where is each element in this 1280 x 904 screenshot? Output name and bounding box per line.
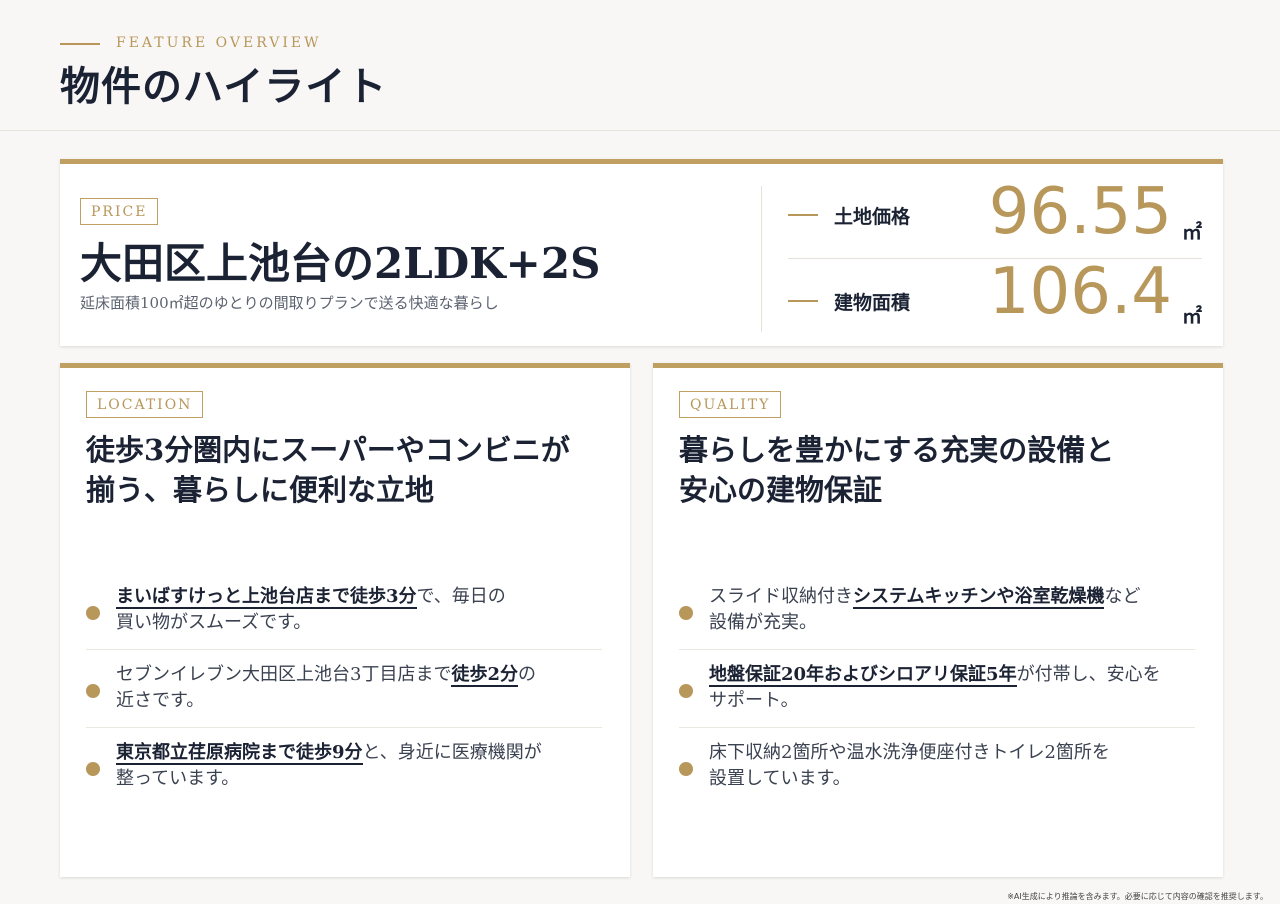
item-text-pre: 床下収納2箇所や温水洗浄便座付きトイレ2箇所を [709, 742, 1110, 763]
list-item: 地盤保証20年およびシロアリ保証5年が付帯し、安心を サポート。 [679, 650, 1195, 728]
list-item: セブンイレブン大田区上池台3丁目店まで徒歩2分の 近さです。 [86, 650, 602, 728]
item-text-pre: セブンイレブン大田区上池台3丁目店まで [116, 664, 452, 685]
stat-unit: ㎡ [1182, 304, 1202, 328]
item-highlight: 徒歩2分 [451, 664, 518, 687]
property-title: 大田区上池台の2LDK+2S [80, 239, 601, 288]
stat-dash [788, 300, 818, 302]
item-highlight: まいばすけっと上池台店まで徒歩3分 [116, 586, 417, 609]
quality-card: QUALITY 暮らしを豊かにする充実の設備と 安心の建物保証 スライド収納付き… [653, 363, 1223, 877]
stat-label: 建物面積 [834, 292, 911, 314]
item-text-line2: 買い物がスムーズです。 [116, 612, 312, 633]
stat-value: 106.4 [988, 255, 1172, 329]
item-text-line2: 設備が充実。 [709, 612, 817, 633]
stat-land: 土地価格 96.55 ㎡ [788, 174, 1202, 259]
bullet-dot-icon [86, 762, 100, 776]
quality-tag: QUALITY [679, 391, 782, 418]
footnote: ※AI生成により推論を含みます。必要に応じて内容の確認を推奨します。 [1007, 892, 1268, 901]
item-text-post: が付帯し、安心を [1016, 664, 1161, 685]
stat-value: 96.55 [988, 175, 1172, 249]
bullet-dot-icon [679, 606, 693, 620]
eyebrow-rule [60, 43, 100, 45]
stat-unit: ㎡ [1182, 220, 1202, 244]
eyebrow-label: FEATURE OVERVIEW [116, 35, 322, 51]
bullet-dot-icon [86, 606, 100, 620]
page-header: FEATURE OVERVIEW 物件のハイライト [0, 0, 1280, 131]
price-card: PRICE 大田区上池台の2LDK+2S 延床面積100㎡超のゆとりの間取りプラ… [60, 159, 1223, 346]
vertical-divider [761, 186, 762, 332]
stat-dash [788, 214, 818, 216]
quality-title-line2: 安心の建物保証 [679, 473, 883, 507]
item-text-line2: 近さです。 [116, 690, 205, 711]
item-text-pre: スライド収納付き [709, 586, 853, 607]
location-card: LOCATION 徒歩3分圏内にスーパーやコンビニが 揃う、暮らしに便利な立地 … [60, 363, 630, 877]
item-text-line2: 整っています。 [116, 768, 240, 789]
bullet-dot-icon [679, 762, 693, 776]
quality-title-line1: 暮らしを豊かにする充実の設備と [679, 433, 1115, 467]
location-title-line1: 徒歩3分圏内にスーパーやコンビニが [86, 433, 570, 467]
item-highlight: 地盤保証20年およびシロアリ保証5年 [709, 664, 1017, 687]
item-highlight: 東京都立荏原病院まで徒歩9分 [116, 742, 363, 765]
property-subtitle: 延床面積100㎡超のゆとりの間取りプランで送る快適な暮らし [80, 294, 499, 312]
quality-list: スライド収納付きシステムキッチンや浴室乾燥機など 設備が充実。 地盤保証20年お… [679, 572, 1195, 806]
item-text-post: の [517, 664, 536, 685]
location-title-line2: 揃う、暮らしに便利な立地 [86, 473, 435, 507]
item-text-post: など [1104, 586, 1141, 607]
quality-title: 暮らしを豊かにする充実の設備と 安心の建物保証 [679, 430, 1114, 510]
list-item: スライド収納付きシステムキッチンや浴室乾燥機など 設備が充実。 [679, 572, 1195, 650]
item-text-line2: サポート。 [709, 690, 799, 711]
bullet-dot-icon [86, 684, 100, 698]
item-highlight: システムキッチンや浴室乾燥機 [853, 586, 1105, 609]
stat-building: 建物面積 106.4 ㎡ [788, 258, 1202, 334]
location-list: まいばすけっと上池台店まで徒歩3分で、毎日の 買い物がスムーズです。 セブンイレ… [86, 572, 602, 806]
location-title: 徒歩3分圏内にスーパーやコンビニが 揃う、暮らしに便利な立地 [86, 430, 570, 510]
list-item: まいばすけっと上池台店まで徒歩3分で、毎日の 買い物がスムーズです。 [86, 572, 602, 650]
location-tag: LOCATION [86, 391, 204, 418]
stat-label: 土地価格 [834, 206, 911, 228]
page-title: 物件のハイライト [60, 63, 388, 110]
item-text-post: で、毎日の [416, 586, 506, 607]
price-tag: PRICE [80, 198, 159, 225]
list-item: 床下収納2箇所や温水洗浄便座付きトイレ2箇所を 設置しています。 [679, 728, 1195, 806]
bullet-dot-icon [679, 684, 693, 698]
item-text-post: と、身近に医療機関が [362, 742, 542, 763]
list-item: 東京都立荏原病院まで徒歩9分と、身近に医療機関が 整っています。 [86, 728, 602, 806]
item-text-line2: 設置しています。 [709, 768, 851, 789]
